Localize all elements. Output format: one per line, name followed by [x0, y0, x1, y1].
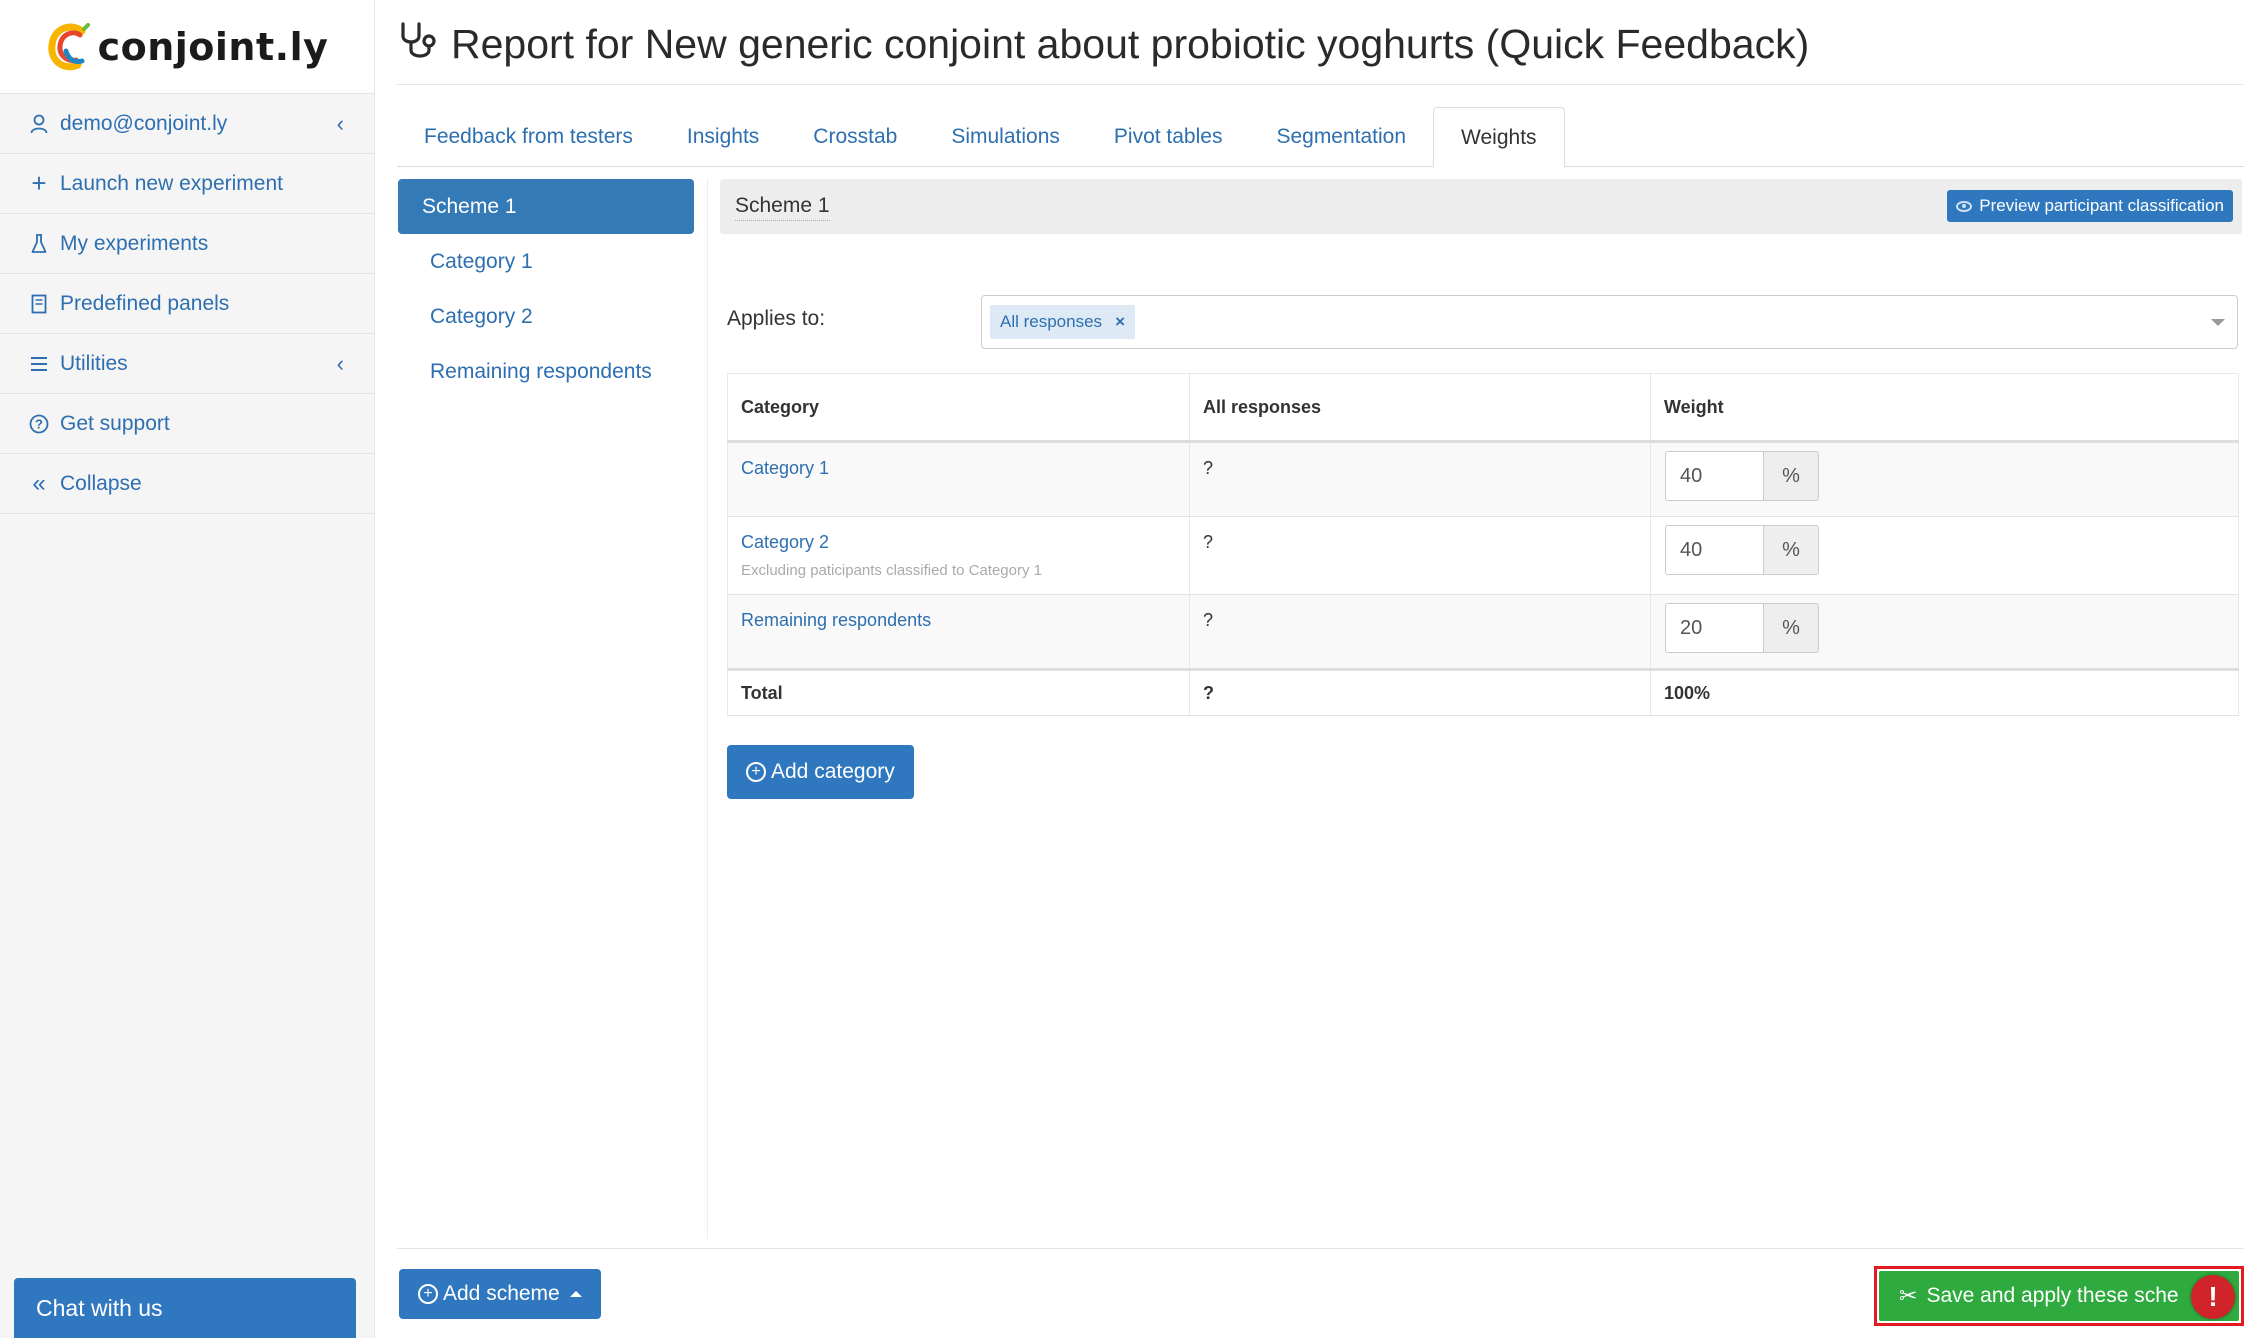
scheme-item-category-1[interactable]: Category 1 — [398, 234, 694, 289]
applies-to-tag: All responses × — [990, 305, 1135, 339]
sidebar-item-account[interactable]: demo@conjoint.ly ‹ — [0, 94, 374, 154]
weight-input-group: 40 % — [1665, 525, 1819, 575]
column-header-category: Category — [727, 373, 1190, 443]
column-header-weight: Weight — [1650, 373, 2239, 443]
remove-tag-icon[interactable]: × — [1115, 312, 1125, 332]
tab-pivot-tables[interactable]: Pivot tables — [1087, 107, 1250, 167]
divider — [397, 1248, 2244, 1249]
page-header: Report for New generic conjoint about pr… — [397, 20, 1809, 69]
save-and-apply-button[interactable]: ✂ Save and apply these sche — [1879, 1271, 2239, 1321]
sidebar-item-experiments[interactable]: My experiments — [0, 214, 374, 274]
applies-to-label: Applies to: — [727, 307, 826, 330]
caret-up-icon — [569, 1291, 582, 1297]
percent-addon: % — [1763, 451, 1819, 501]
alert-icon: ! — [2191, 1275, 2235, 1319]
sidebar-item-collapse[interactable]: « Collapse — [0, 454, 374, 514]
sidebar: conjoint.ly demo@conjoint.ly ‹ + Launch … — [0, 0, 375, 1338]
percent-addon: % — [1763, 525, 1819, 575]
applies-to-select[interactable]: All responses × — [981, 295, 2238, 349]
scheme-header-bar: Scheme 1 Preview participant classificat… — [720, 179, 2242, 234]
sidebar-item-label: Predefined panels — [60, 291, 230, 315]
flask-icon — [28, 233, 50, 254]
weight-input[interactable]: 40 — [1665, 525, 1763, 575]
responses-cell: ? — [1189, 516, 1651, 595]
total-responses: ? — [1189, 668, 1651, 716]
logo[interactable]: conjoint.ly — [0, 0, 374, 94]
weight-input-group: 20 % — [1665, 603, 1819, 653]
sidebar-item-support[interactable]: ? Get support — [0, 394, 374, 454]
tab-crosstab[interactable]: Crosstab — [786, 107, 924, 167]
weight-input[interactable]: 40 — [1665, 451, 1763, 501]
sidebar-item-label: Launch new experiment — [60, 171, 283, 195]
sidebar-item-label: demo@conjoint.ly — [60, 111, 228, 135]
category-link[interactable]: Category 1 — [741, 458, 829, 478]
sidebar-item-panels[interactable]: Predefined panels — [0, 274, 374, 334]
question-circle-icon: ? — [28, 414, 50, 434]
divider — [397, 84, 2244, 85]
tab-segmentation[interactable]: Segmentation — [1249, 107, 1433, 167]
total-label: Total — [727, 668, 1190, 716]
responses-cell: ? — [1189, 441, 1651, 517]
preview-button-label: Preview participant classification — [1979, 196, 2224, 215]
eye-icon — [1956, 200, 1973, 212]
plus-circle-icon: + — [418, 1284, 438, 1304]
add-category-label: Add category — [771, 760, 895, 783]
menu-icon — [28, 356, 50, 372]
chat-with-us-button[interactable]: Chat with us — [14, 1278, 356, 1338]
user-icon — [28, 114, 50, 134]
scissors-icon: ✂ — [1899, 1283, 1918, 1308]
save-highlight-frame: ✂ Save and apply these sche ! — [1874, 1266, 2244, 1326]
dropdown-caret-icon[interactable] — [2211, 319, 2225, 326]
weight-input-group: 40 % — [1665, 451, 1819, 501]
page-title: Report for New generic conjoint about pr… — [451, 21, 1810, 67]
report-tabs: Feedback from testers Insights Crosstab … — [397, 107, 2244, 168]
double-chevron-left-icon: « — [32, 469, 46, 497]
tab-feedback-from-testers[interactable]: Feedback from testers — [397, 107, 660, 167]
add-scheme-button[interactable]: + Add scheme — [399, 1269, 601, 1319]
stethoscope-icon — [397, 20, 441, 69]
weight-input[interactable]: 20 — [1665, 603, 1763, 653]
sidebar-item-launch[interactable]: + Launch new experiment — [0, 154, 374, 214]
scheme-item-scheme-1[interactable]: Scheme 1 — [398, 179, 694, 234]
category-link[interactable]: Category 2 — [741, 532, 1176, 553]
scheme-item-remaining-respondents[interactable]: Remaining respondents — [398, 344, 694, 399]
column-header-all-responses: All responses — [1189, 373, 1651, 443]
tab-simulations[interactable]: Simulations — [924, 107, 1087, 167]
table-row: Remaining respondents ? 20 % — [727, 594, 2239, 670]
tag-label: All responses — [1000, 312, 1103, 331]
preview-participant-classification-button[interactable]: Preview participant classification — [1947, 190, 2233, 222]
tab-insights[interactable]: Insights — [660, 107, 786, 167]
weights-table: Category All responses Weight Category 1… — [727, 373, 2239, 716]
scheme-list: Scheme 1 Category 1 Category 2 Remaining… — [398, 179, 694, 399]
responses-cell: ? — [1189, 594, 1651, 670]
conjointly-logo-icon — [46, 21, 92, 73]
scheme-item-category-2[interactable]: Category 2 — [398, 289, 694, 344]
book-icon — [28, 294, 50, 314]
chevron-left-icon: ‹ — [336, 350, 344, 376]
table-total-row: Total ? 100% — [727, 668, 2239, 716]
sidebar-item-label: Utilities — [60, 351, 128, 375]
sidebar-item-label: Collapse — [60, 471, 142, 495]
table-row: Category 1 ? 40 % — [727, 441, 2239, 517]
sidebar-item-utilities[interactable]: Utilities ‹ — [0, 334, 374, 394]
table-row: Category 2 Excluding paticipants classif… — [727, 516, 2239, 595]
plus-icon: + — [31, 168, 47, 198]
category-link[interactable]: Remaining respondents — [741, 610, 931, 630]
add-category-button[interactable]: + Add category — [727, 745, 914, 799]
logo-text: conjoint.ly — [97, 24, 329, 69]
sidebar-item-label: My experiments — [60, 231, 209, 255]
main-content: Report for New generic conjoint about pr… — [375, 0, 2256, 1338]
scheme-name-editable[interactable]: Scheme 1 — [735, 192, 830, 221]
total-weight: 100% — [1650, 668, 2239, 716]
divider — [707, 179, 708, 1239]
save-button-label: Save and apply these sche — [1926, 1284, 2179, 1307]
plus-circle-icon: + — [746, 762, 766, 782]
chevron-left-icon: ‹ — [336, 110, 344, 136]
category-note: Excluding paticipants classified to Cate… — [741, 562, 1042, 579]
percent-addon: % — [1763, 603, 1819, 653]
add-scheme-label: Add scheme — [443, 1282, 560, 1305]
svg-text:?: ? — [35, 416, 43, 431]
sidebar-item-label: Get support — [60, 411, 170, 435]
tab-weights[interactable]: Weights — [1433, 107, 1565, 168]
